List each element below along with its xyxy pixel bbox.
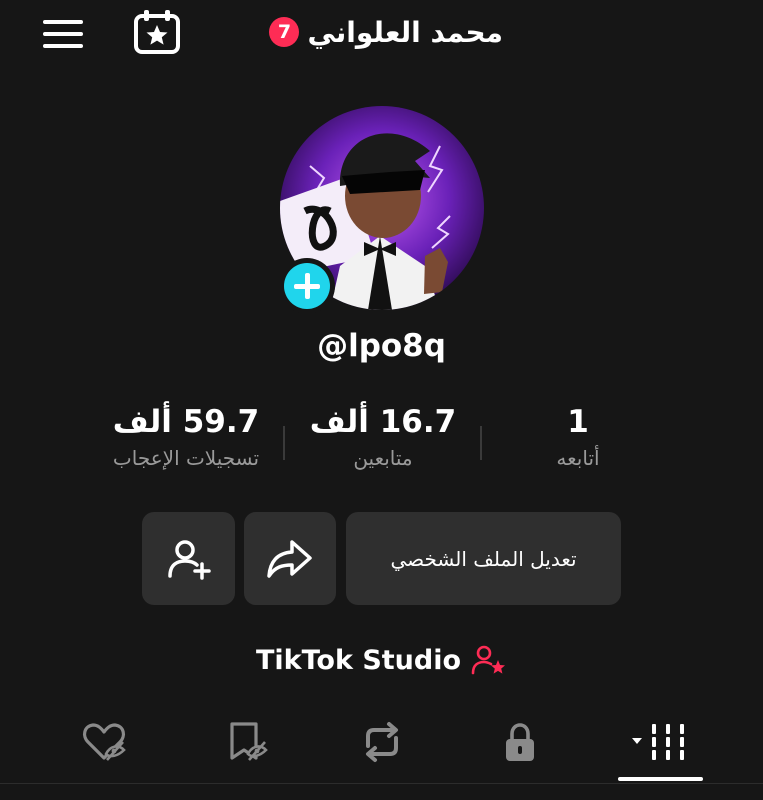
username-text: محمد العلواني [307,15,503,49]
edit-profile-button[interactable]: تعديل الملف الشخصي [346,512,621,605]
share-profile-button[interactable] [244,512,336,605]
tab-favorites[interactable] [206,714,286,770]
repost-icon [366,722,398,762]
tab-reposts[interactable] [342,714,422,770]
user-star-icon [471,645,506,675]
tab-liked[interactable] [64,714,144,770]
likes-label: تسجيلات الإعجاب [112,446,260,470]
add-friend-icon [167,539,211,580]
notification-badge: 7 [269,17,300,47]
selected-tab-indicator [618,777,703,781]
likes-count: 59.7 ألف [112,404,260,440]
tiktok-studio-link[interactable]: TikTok Studio [0,640,763,680]
bookmark-hidden-icon [230,722,268,761]
likes-stat[interactable]: 59.7 ألف تسجيلات الإعجاب [66,404,306,470]
add-photo-button[interactable] [279,258,335,314]
lock-icon [506,723,534,761]
tab-bar-divider [0,783,763,784]
heart-hidden-icon [82,723,126,761]
profile-username[interactable]: محمد العلواني 7 [269,14,503,50]
tab-videos[interactable] [620,714,700,770]
profile-handle: @lpo8q [317,328,446,364]
share-arrow-icon [267,539,312,578]
hamburger-menu-icon[interactable] [40,14,86,54]
tab-private[interactable] [480,714,560,770]
plus-icon [284,263,330,309]
calendar-star-icon[interactable] [132,8,182,56]
edit-profile-label: تعديل الملف الشخصي [390,546,577,571]
grid-bars-icon [632,724,684,760]
studio-label: TikTok Studio [255,644,462,676]
add-friend-button[interactable] [142,512,235,605]
